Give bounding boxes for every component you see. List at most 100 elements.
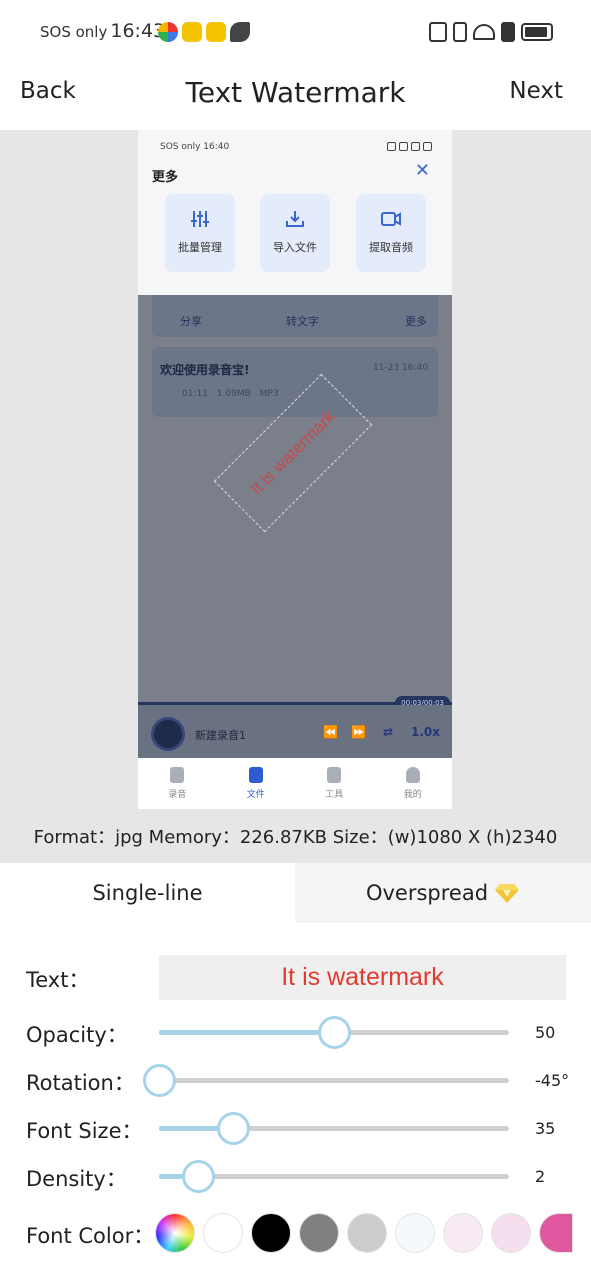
tab-single-line-label: Single-line	[92, 881, 203, 905]
font-color-swatches	[155, 1213, 573, 1253]
preview-speed: 1.0x	[411, 725, 440, 739]
image-info: Format：jpg Memory：226.87KB Size：(w)1080 …	[33, 827, 558, 848]
preview-tile-extract: 提取音频	[356, 194, 426, 272]
density-label: Density：	[26, 1167, 127, 1191]
watermark-text: It is watermark	[246, 406, 339, 499]
rotation-value: -45°	[535, 1071, 570, 1090]
color-wheel-swatch[interactable]	[155, 1213, 195, 1253]
font-size-slider[interactable]	[159, 1112, 509, 1145]
preview-recording-title: 欢迎使用录音宝!	[160, 363, 250, 377]
nfc-icon	[429, 22, 447, 42]
preview-status-bar: SOS only 16:40	[138, 130, 452, 164]
app-notification-icon	[230, 22, 250, 42]
folder-icon	[248, 767, 263, 783]
opacity-label: Opacity：	[26, 1023, 128, 1047]
preview-tab-tools: 工具	[295, 758, 374, 809]
user-icon	[405, 767, 420, 783]
preview-status-text: SOS only 16:40	[160, 142, 230, 152]
status-time: 16:43	[110, 20, 166, 42]
preview-disc-icon	[151, 717, 185, 751]
preview-tile-label: 提取音频	[369, 241, 413, 254]
preview-dimmed-content: 分享 转文字 更多 欢迎使用录音宝! 11-23 16:40 01:11 1.0…	[138, 295, 452, 758]
preview-tab-files: 文件	[217, 758, 296, 809]
premium-diamond-icon	[495, 884, 520, 903]
next-button[interactable]: Next	[509, 78, 563, 104]
vibrate-icon	[453, 22, 467, 42]
opacity-slider-thumb[interactable]	[318, 1016, 351, 1049]
preview-tile-label: 导入文件	[273, 241, 317, 254]
wifi-icon	[473, 24, 495, 40]
tab-overspread-label: Overspread	[365, 881, 489, 905]
font-size-value: 35	[535, 1119, 556, 1138]
opacity-slider-fill	[159, 1030, 334, 1035]
app-notification-icon	[182, 22, 202, 42]
download-icon	[286, 211, 304, 227]
color-swatch[interactable]	[347, 1213, 387, 1253]
color-swatch[interactable]	[443, 1213, 483, 1253]
density-value: 2	[535, 1167, 546, 1186]
preview-close-icon: ✕	[414, 160, 430, 181]
font-size-label: Font Size：	[26, 1119, 143, 1143]
font-size-slider-thumb[interactable]	[216, 1112, 250, 1145]
top-app-bar: Back Text Watermark Next	[0, 64, 591, 130]
status-system-icons	[429, 22, 553, 42]
preview-tile-label: 批量管理	[178, 241, 222, 254]
text-label: Text：	[26, 968, 90, 992]
status-sos-time: SOS only 16:43	[40, 20, 165, 42]
preview-tile-import: 导入文件	[260, 194, 330, 272]
preview-status-icons	[387, 142, 432, 151]
color-swatch[interactable]	[395, 1213, 435, 1253]
color-swatch[interactable]	[203, 1213, 243, 1253]
color-swatch[interactable]	[491, 1213, 531, 1253]
preview-player: 新建录音1 ⏪ ⏩ ⇄ 1.0x	[138, 705, 452, 758]
preview-tab-label: 工具	[325, 790, 344, 800]
rotation-label: Rotation：	[26, 1071, 135, 1095]
color-swatch[interactable]	[299, 1213, 339, 1253]
preview-tab-bar: 录音 文件 工具 我的	[138, 758, 452, 809]
status-sos: SOS only	[40, 23, 108, 41]
loop-icon: ⇄	[383, 725, 394, 739]
tab-single-line[interactable]: Single-line	[0, 863, 295, 923]
opacity-value: 50	[535, 1023, 556, 1042]
opacity-slider[interactable]	[159, 1016, 509, 1049]
preview-tab-label: 录音	[168, 790, 187, 800]
sliders-icon	[191, 211, 209, 227]
app-notification-icon	[206, 22, 226, 42]
density-slider[interactable]	[159, 1160, 509, 1193]
preview-recording-meta: 01:11 1.09MB MP3	[182, 389, 279, 399]
color-swatch[interactable]	[251, 1213, 291, 1253]
tab-overspread[interactable]: Overspread	[295, 863, 591, 923]
rotation-slider-thumb[interactable]	[143, 1064, 176, 1097]
image-preview-area: SOS only 16:40 更多 ✕ 批量管理 导入文件 提取音频 分享 转文…	[0, 130, 591, 863]
screenshot-preview: SOS only 16:40 更多 ✕ 批量管理 导入文件 提取音频 分享 转文…	[138, 130, 452, 809]
status-app-icons	[158, 22, 250, 42]
watermark-text-input[interactable]	[159, 955, 566, 1000]
page-title: Text Watermark	[185, 76, 406, 109]
alert-icon	[501, 22, 515, 42]
toolbox-icon	[327, 767, 342, 783]
preview-recording-date: 11-23 16:40	[373, 363, 428, 373]
mic-icon	[170, 767, 185, 783]
preview-action-transcribe: 转文字	[286, 315, 319, 328]
status-bar: SOS only 16:43	[0, 0, 591, 64]
battery-icon	[521, 23, 553, 41]
rotation-slider[interactable]	[143, 1064, 509, 1097]
video-icon	[381, 212, 401, 226]
preview-more-title: 更多	[152, 170, 179, 185]
preview-action-share: 分享	[180, 315, 202, 328]
preview-tab-record: 录音	[138, 758, 217, 809]
app-notification-icon	[158, 22, 178, 42]
preview-tab-label: 文件	[246, 790, 265, 800]
density-slider-thumb[interactable]	[181, 1160, 215, 1193]
preview-action-bar: 分享 转文字 更多	[152, 295, 438, 337]
forward-icon: ⏩	[351, 725, 366, 739]
preview-tile-batch: 批量管理	[165, 194, 235, 272]
color-swatch[interactable]	[539, 1213, 573, 1253]
rewind-icon: ⏪	[323, 725, 338, 739]
preview-action-more: 更多	[405, 315, 427, 328]
mode-tabs: Single-line Overspread	[0, 863, 591, 923]
preview-tab-label: 我的	[403, 790, 422, 800]
preview-tab-me: 我的	[374, 758, 453, 809]
font-color-label: Font Color：	[26, 1224, 155, 1248]
preview-player-name: 新建录音1	[195, 729, 246, 742]
